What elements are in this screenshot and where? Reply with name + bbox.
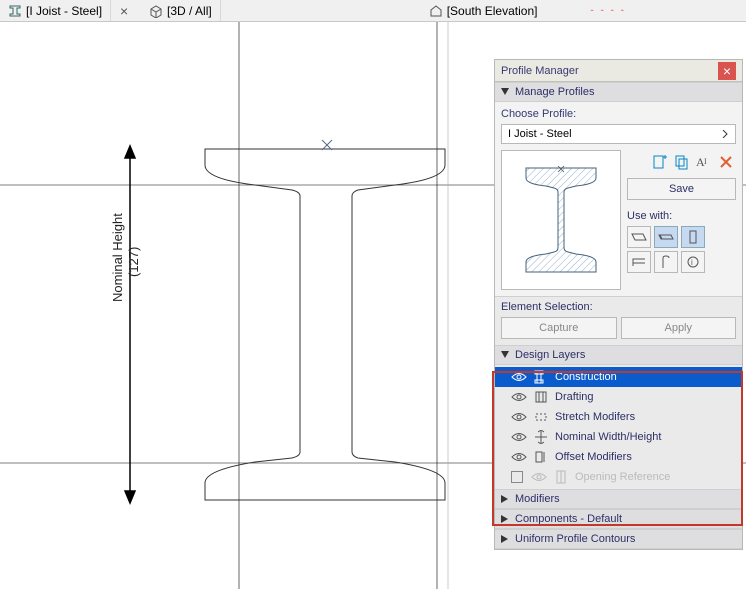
tab-label: [3D / All] <box>167 4 212 18</box>
duplicate-profile-button[interactable] <box>672 152 692 172</box>
layer-row-stretch[interactable]: Stretch Modifers <box>495 407 742 427</box>
cube-icon <box>149 4 163 18</box>
layer-row-nominal[interactable]: Nominal Width/Height <box>495 427 742 447</box>
section-label: Uniform Profile Contours <box>515 533 635 545</box>
eye-icon[interactable] <box>531 469 547 485</box>
section-label: Manage Profiles <box>515 86 595 98</box>
svg-text:i: i <box>691 258 693 267</box>
opening-ref-layer-icon <box>553 469 569 485</box>
layer-row-opening-ref[interactable]: Opening Reference <box>495 467 742 487</box>
profile-icon <box>8 4 22 18</box>
layer-name: Drafting <box>555 391 594 403</box>
layer-name: Construction <box>555 371 617 383</box>
opening-anchor-checkbox[interactable] <box>511 471 523 483</box>
layer-name: Opening Reference <box>575 471 670 483</box>
tab-ijoist-steel[interactable]: [I Joist - Steel] <box>0 0 111 21</box>
tab-close-button[interactable]: × <box>117 4 131 18</box>
profile-preview <box>501 150 621 290</box>
use-with-tool-grid: i <box>627 226 736 273</box>
dimension-value: (127) <box>126 247 141 277</box>
construction-layer-icon <box>533 369 549 385</box>
offset-layer-icon <box>533 449 549 465</box>
drafting-layer-icon <box>533 389 549 405</box>
section-modifiers[interactable]: Modifiers <box>495 489 742 509</box>
usewith-column[interactable] <box>681 226 705 248</box>
tab-3d-all[interactable]: [3D / All] <box>141 0 221 21</box>
eye-icon[interactable] <box>511 449 527 465</box>
eye-icon[interactable] <box>511 429 527 445</box>
eye-icon[interactable] <box>511 389 527 405</box>
apply-label: Apply <box>664 322 692 334</box>
chevron-right-icon <box>721 130 729 138</box>
element-selection-label: Element Selection: <box>495 296 742 317</box>
eye-icon[interactable] <box>511 369 527 385</box>
new-profile-button[interactable] <box>650 152 670 172</box>
panel-titlebar: Profile Manager × <box>495 60 742 82</box>
manage-profiles-body: Choose Profile: I Joist - Steel <box>495 102 742 296</box>
usewith-beam[interactable] <box>654 226 678 248</box>
layer-name: Stretch Modifers <box>555 411 635 423</box>
nominal-layer-icon <box>533 429 549 445</box>
rename-profile-button[interactable]: AI <box>694 152 714 172</box>
section-label: Modifiers <box>515 493 560 505</box>
capture-label: Capture <box>539 322 578 334</box>
section-design-layers[interactable]: Design Layers <box>495 345 742 365</box>
tab-bar: [I Joist - Steel] × [3D / All] [South El… <box>0 0 746 22</box>
layer-row-drafting[interactable]: Drafting <box>495 387 742 407</box>
save-button[interactable]: Save <box>627 178 736 200</box>
svg-text:I: I <box>704 157 707 166</box>
tab-label: [South Elevation] <box>447 4 538 18</box>
stretch-layer-icon <box>533 409 549 425</box>
profile-dropdown[interactable]: I Joist - Steel <box>501 124 736 144</box>
save-label: Save <box>669 183 694 195</box>
usewith-wall[interactable] <box>627 226 651 248</box>
layer-name: Nominal Width/Height <box>555 431 661 443</box>
section-components[interactable]: Components - Default <box>495 509 742 529</box>
use-with-label: Use with: <box>627 210 736 222</box>
apply-button[interactable]: Apply <box>621 317 737 339</box>
tab-label: [I Joist - Steel] <box>26 4 102 18</box>
section-manage-profiles[interactable]: Manage Profiles <box>495 82 742 102</box>
section-label: Components - Default <box>515 513 622 525</box>
choose-profile-label: Choose Profile: <box>501 108 736 120</box>
tab-south-elevation[interactable]: [South Elevation] <box>421 0 546 21</box>
design-layers-list: Construction Drafting Stretch Modifers N… <box>495 365 742 489</box>
panel-title: Profile Manager <box>501 65 579 77</box>
elevation-icon <box>429 4 443 18</box>
capture-button[interactable]: Capture <box>501 317 617 339</box>
profile-manager-panel: Profile Manager × Manage Profiles Choose… <box>494 59 743 550</box>
profile-name: I Joist - Steel <box>508 128 572 140</box>
section-label: Design Layers <box>515 349 585 361</box>
section-contours[interactable]: Uniform Profile Contours <box>495 529 742 549</box>
delete-profile-button[interactable] <box>716 152 736 172</box>
layer-name: Offset Modifiers <box>555 451 632 463</box>
panel-close-button[interactable]: × <box>718 62 736 80</box>
layer-row-offset[interactable]: Offset Modifiers <box>495 447 742 467</box>
dimension-label: Nominal Height <box>110 213 125 302</box>
orange-dashes-icon: - - - - <box>590 5 626 16</box>
layer-row-construction[interactable]: Construction <box>495 367 742 387</box>
usewith-railing[interactable] <box>627 251 651 273</box>
eye-icon[interactable] <box>511 409 527 425</box>
usewith-handrail[interactable] <box>654 251 678 273</box>
usewith-object[interactable]: i <box>681 251 705 273</box>
